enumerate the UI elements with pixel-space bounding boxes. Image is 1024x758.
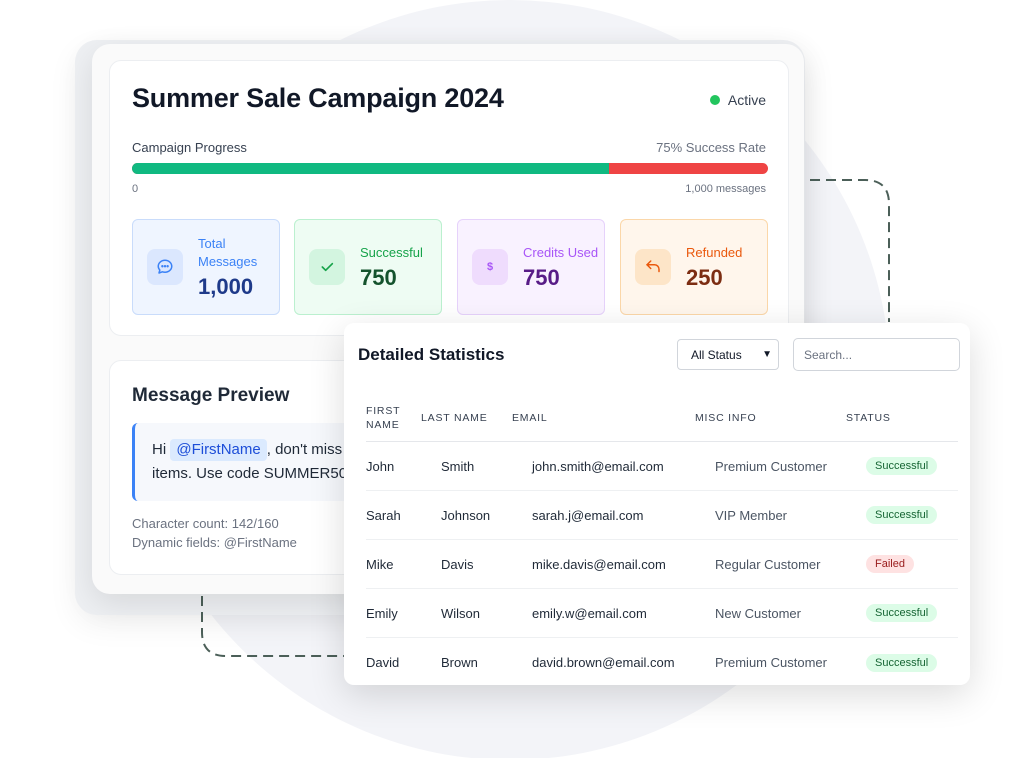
column-header-email[interactable]: EMAIL: [512, 411, 695, 425]
stat-label: Refunded: [686, 244, 743, 260]
progress-max-label: 1,000 messages: [685, 183, 766, 195]
table-row[interactable]: John Smith john.smith@email.com Premium …: [366, 442, 958, 491]
status-filter-value: All Status: [691, 347, 742, 362]
message-line1-rest: , don't miss: [266, 441, 343, 458]
campaign-status: Active: [709, 92, 766, 108]
status-badge: Successful: [866, 457, 938, 475]
column-header-misc-info[interactable]: MISC INFO: [695, 411, 846, 425]
cell-misc-info: Regular Customer: [715, 556, 821, 572]
stat-label: Credits Used: [523, 244, 599, 260]
dynamic-field-tag: @FirstName: [170, 439, 267, 461]
cell-last-name: Johnson: [441, 507, 491, 523]
progress-bar-fill: [132, 163, 609, 174]
status-badge: Failed: [866, 555, 914, 573]
cell-email: john.smith@email.com: [532, 458, 664, 474]
cell-last-name: Wilson: [441, 605, 481, 621]
campaign-status-label: Active: [727, 92, 766, 108]
cell-misc-info: Premium Customer: [715, 655, 827, 670]
cell-email: mike.davis@email.com: [532, 556, 666, 572]
cell-misc-info: VIP Member: [715, 507, 788, 523]
character-count: Character count: 142/160: [132, 516, 279, 531]
cell-first-name: Mike: [366, 556, 394, 572]
message-greeting: Hi: [152, 441, 167, 458]
cell-last-name: Davis: [441, 556, 474, 572]
progress-min-label: 0: [132, 183, 139, 195]
undo-arrow-icon: [635, 249, 671, 285]
message-line2: items. Use code SUMMER50: [152, 465, 348, 482]
check-icon: [309, 249, 345, 285]
stat-label: Total Messages: [198, 235, 258, 269]
table-row[interactable]: Mike Davis mike.davis@email.com Regular …: [366, 540, 958, 589]
panel-title: Detailed Statistics: [358, 345, 505, 364]
cell-misc-info: New Customer: [715, 605, 801, 621]
table-row[interactable]: Sarah Johnson sarah.j@email.com VIP Memb…: [366, 491, 958, 540]
table-header: FIRST NAME LAST NAME EMAIL MISC INFO STA…: [366, 394, 958, 442]
stat-label: Successful: [360, 244, 423, 260]
status-filter-select[interactable]: All Status ▼: [677, 339, 779, 370]
stat-refunded: Refunded 250: [620, 219, 768, 315]
column-header-first-name[interactable]: FIRST NAME: [366, 404, 421, 432]
message-bubble-icon: [147, 249, 183, 285]
campaign-title: Summer Sale Campaign 2024: [132, 83, 504, 113]
progress-bar: [132, 163, 768, 174]
cell-first-name: Sarah: [366, 507, 401, 523]
cell-first-name: John: [366, 458, 395, 474]
preview-title: Message Preview: [132, 385, 290, 406]
cell-email: sarah.j@email.com: [532, 507, 644, 523]
campaign-overview-card: Summer Sale Campaign 2024 Active Campaig…: [109, 60, 789, 336]
dollar-icon: $: [472, 249, 508, 285]
status-badge: Successful: [866, 604, 938, 622]
success-rate: 75% Success Rate: [656, 140, 766, 155]
detailed-statistics-panel: Detailed Statistics All Status ▼ FIRST N…: [344, 323, 970, 685]
statistics-table: FIRST NAME LAST NAME EMAIL MISC INFO STA…: [366, 394, 958, 685]
search-input[interactable]: [793, 338, 960, 371]
stat-value: 750: [523, 264, 560, 290]
table-row[interactable]: Emily Wilson emily.w@email.com New Custo…: [366, 589, 958, 638]
stat-value: 1,000: [198, 273, 254, 299]
cell-misc-info: Premium Customer: [715, 458, 827, 474]
cell-last-name: Smith: [441, 458, 475, 474]
stat-successful: Successful 750: [294, 219, 442, 315]
dynamic-fields: Dynamic fields: @FirstName: [132, 535, 297, 550]
status-badge: Successful: [866, 653, 938, 672]
cell-last-name: Brown: [441, 655, 478, 670]
stat-credits-used: $ Credits Used 750: [457, 219, 605, 315]
cell-first-name: Emily: [366, 605, 398, 621]
cell-first-name: David: [366, 655, 400, 670]
progress-label: Campaign Progress: [132, 140, 247, 155]
stat-value: 750: [360, 264, 397, 290]
column-header-last-name[interactable]: LAST NAME: [421, 411, 512, 425]
stat-value: 250: [686, 264, 723, 290]
table-row[interactable]: David Brown david.brown@email.com Premiu…: [366, 638, 958, 685]
chevron-down-icon: ▼: [762, 349, 772, 360]
column-header-status[interactable]: STATUS: [846, 411, 938, 425]
status-dot-icon: [709, 95, 720, 105]
cell-email: david.brown@email.com: [532, 655, 675, 670]
stat-total-messages: Total Messages 1,000: [132, 219, 280, 315]
status-badge: Successful: [866, 506, 938, 524]
cell-email: emily.w@email.com: [532, 605, 647, 621]
